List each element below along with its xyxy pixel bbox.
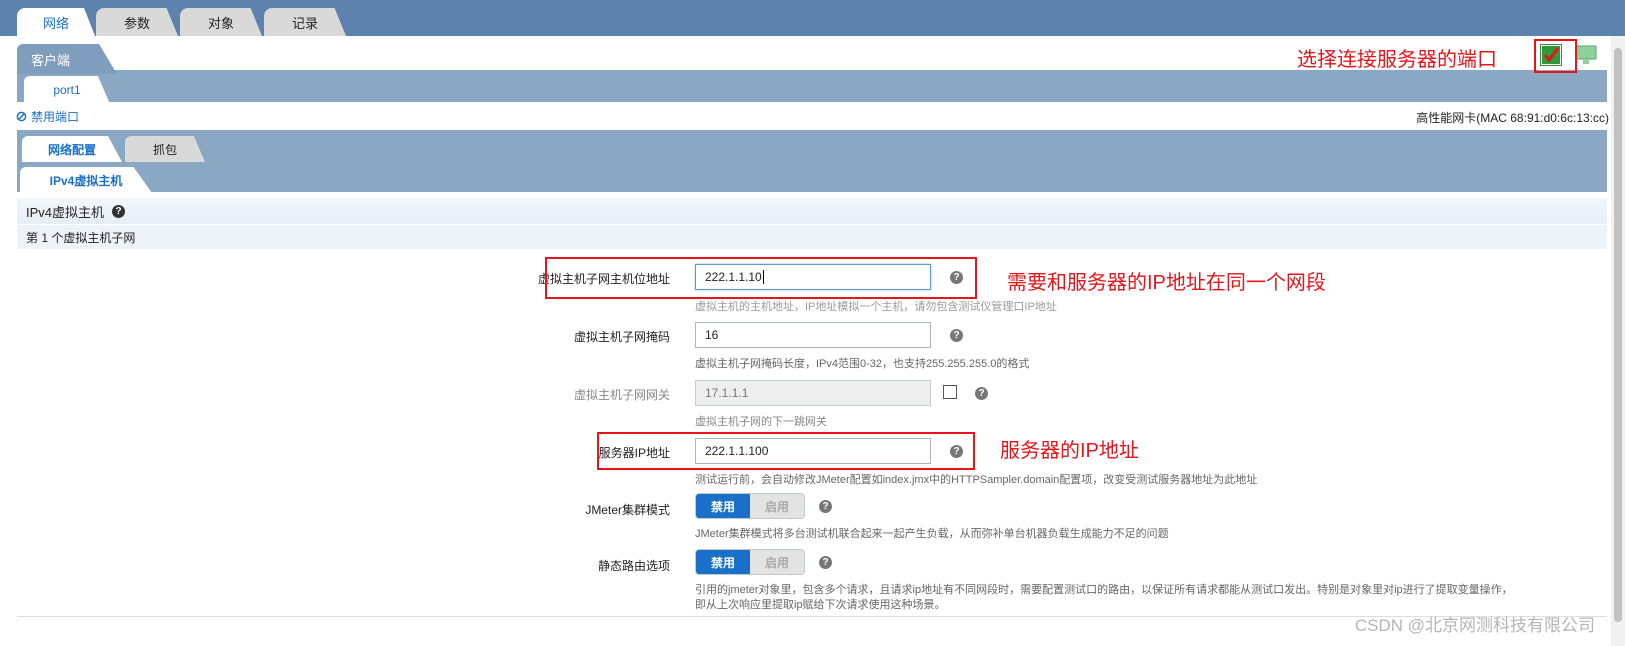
static-route-hint-line2: 即从上次响应里提取ip赋给下次请求使用这种场景。 — [695, 599, 946, 611]
server-ip-hint: 测试运行前，会自动修改JMeter配置如index.jmx中的HTTPSampl… — [695, 474, 1258, 486]
static-route-hint-line1: 引用的jmeter对象里，包含多个请求，且请求ip地址有不同网段时，需要配置测试… — [695, 584, 1513, 596]
gateway-label: 虚拟主机子网网关 — [573, 388, 670, 402]
tab-records[interactable]: 记录 — [264, 8, 346, 36]
annotation-port-select: 选择连接服务器的端口 — [1297, 49, 1497, 71]
network-card-icon[interactable] — [1575, 45, 1597, 65]
tab-ipv4-host[interactable]: IPv4虚拟主机 — [20, 167, 152, 193]
static-route-toggle[interactable]: 禁用 启用 — [695, 549, 805, 575]
disable-port-link[interactable]: 禁用端口 — [16, 108, 79, 125]
toggle-enable[interactable]: 启用 — [750, 550, 804, 574]
tab-network[interactable]: 网络 — [17, 8, 95, 36]
help-icon[interactable]: ? — [950, 329, 963, 342]
scrollbar-thumb[interactable] — [1614, 48, 1622, 622]
tab-network-config[interactable]: 网络配置 — [22, 136, 122, 162]
ban-icon — [16, 111, 27, 122]
gateway-hint: 虚拟主机子网的下一跳网关 — [695, 416, 827, 428]
tab-port1[interactable]: port1 — [24, 76, 110, 104]
section-title: IPv4虚拟主机 ? — [17, 198, 1607, 224]
mask-value: 16 — [705, 328, 719, 342]
gateway-enable-checkbox[interactable] — [943, 385, 957, 399]
help-icon[interactable]: ? — [819, 556, 832, 569]
disable-port-label: 禁用端口 — [31, 110, 80, 124]
jmeter-cluster-label: JMeter集群模式 — [585, 503, 670, 517]
jmeter-cluster-hint: JMeter集群模式将多台测试机联合起来一起产生负载，从而弥补单台机器负载生成能… — [695, 528, 1169, 540]
toggle-enable[interactable]: 启用 — [750, 494, 804, 518]
subnet-title: 第 1 个虚拟主机子网 — [17, 225, 1607, 249]
gateway-value: 17.1.1.1 — [705, 386, 749, 400]
help-icon[interactable]: ? — [975, 387, 988, 400]
tab-capture[interactable]: 抓包 — [125, 136, 205, 162]
gateway-input: 17.1.1.1 — [695, 380, 931, 406]
client-strip — [17, 70, 1607, 102]
jmeter-cluster-toggle[interactable]: 禁用 启用 — [695, 493, 805, 519]
annotation-server-ip-box — [597, 432, 975, 470]
mask-input[interactable]: 16 — [695, 322, 931, 348]
watermark: CSDN @北京网测科技有限公司 — [1354, 616, 1595, 635]
mask-hint: 虚拟主机子网掩码长度，IPv4范围0-32，也支持255.255.255.0的格… — [695, 358, 1030, 370]
toggle-disable[interactable]: 禁用 — [696, 550, 750, 574]
config-strip — [17, 130, 1607, 192]
help-icon[interactable]: ? — [112, 204, 126, 218]
tab-objects[interactable]: 对象 — [180, 8, 262, 36]
annotation-same-segment: 需要和服务器的IP地址在同一个网段 — [1007, 272, 1326, 294]
tab-params[interactable]: 参数 — [96, 8, 178, 36]
section-title-text: IPv4虚拟主机 — [26, 204, 105, 220]
annotation-server-ip: 服务器的IP地址 — [1000, 440, 1139, 462]
annotation-host-ip-box — [545, 257, 977, 299]
mask-label: 虚拟主机子网掩码 — [573, 330, 670, 344]
nic-info: 高性能网卡(MAC 68:91:d0:6c:13:cc) — [1416, 111, 1609, 125]
toggle-disable[interactable]: 禁用 — [696, 494, 750, 518]
host-ip-hint: 虚拟主机的主机地址，IP地址模拟一个主机，请勿包含测试仪管理口IP地址 — [695, 301, 1057, 313]
help-icon[interactable]: ? — [819, 500, 832, 513]
annotation-port-box — [1534, 39, 1577, 73]
static-route-label: 静态路由选项 — [597, 559, 670, 573]
